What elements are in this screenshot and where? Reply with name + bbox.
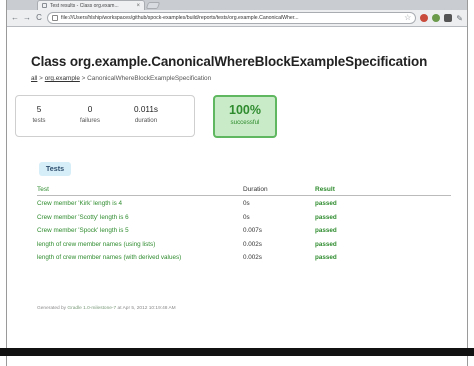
test-result: passed: [315, 240, 337, 248]
test-name: length of crew member names (with derive…: [37, 254, 182, 261]
report-footer: Generated by Gradle 1.0-milestone-7 at A…: [37, 306, 176, 311]
test-result: passed: [315, 227, 337, 234]
column-header-test: Test: [37, 186, 49, 193]
table-row: Crew member 'Kirk' length is 4 0s passed: [37, 196, 451, 210]
success-percent: 100%: [229, 103, 261, 117]
failures-label: failures: [80, 117, 100, 124]
browser-toolbar: ← → C file:///Users/hlship/workspaces/gi…: [7, 10, 467, 27]
address-bar[interactable]: file:///Users/hlship/workspaces/github/s…: [47, 12, 417, 24]
page-title: Class org.example.CanonicalWhereBlockExa…: [31, 54, 428, 69]
test-duration: 0s: [243, 213, 250, 221]
breadcrumb-package-link[interactable]: org.example: [45, 75, 80, 82]
tab-tests[interactable]: Tests: [39, 162, 71, 176]
url-text[interactable]: file:///Users/hlship/workspaces/github/s…: [61, 15, 401, 21]
page-favicon-icon: [42, 3, 47, 8]
bottom-bar: [0, 348, 474, 356]
duration-counter: 0.011s duration: [124, 96, 168, 136]
test-name: length of crew member names (using lists…: [37, 240, 156, 248]
table-row: length of crew member names (with derive…: [37, 250, 451, 264]
breadcrumb: all > org.example > CanonicalWhereBlockE…: [31, 75, 451, 82]
duration-value: 0.011s: [134, 105, 158, 114]
test-result: passed: [315, 200, 337, 207]
extension-icon[interactable]: [420, 14, 429, 22]
test-duration: 0.002s: [243, 254, 262, 261]
report-header: Class org.example.CanonicalWhereBlockExa…: [31, 54, 451, 82]
tests-table: Test Duration Result Crew member 'Kirk' …: [37, 186, 451, 264]
file-icon: [52, 15, 58, 21]
test-name: Crew member 'Spock' length is 5: [37, 227, 129, 234]
extension-icon[interactable]: [444, 14, 453, 22]
tab-strip: Test results - Class org.exam... ×: [7, 0, 467, 10]
footer-prefix: Generated by: [37, 306, 68, 311]
table-row: length of crew member names (using lists…: [37, 237, 451, 251]
duration-label: duration: [134, 117, 158, 124]
table-row: Crew member 'Scotty' length is 6 0s pass…: [37, 210, 451, 224]
breadcrumb-separator: >: [37, 75, 45, 82]
browser-tab[interactable]: Test results - Class org.exam... ×: [37, 0, 145, 10]
test-result: passed: [315, 213, 337, 221]
test-duration: 0.002s: [243, 240, 262, 248]
test-name: Crew member 'Scotty' length is 6: [37, 213, 129, 221]
tab-title: Test results - Class org.exam...: [50, 2, 119, 9]
gradle-link[interactable]: Gradle 1.0-milestone-7: [67, 306, 116, 311]
close-tab-icon[interactable]: ×: [136, 3, 140, 9]
column-header-result: Result: [315, 186, 335, 193]
table-header: Test Duration Result: [37, 186, 451, 196]
new-tab-button[interactable]: [145, 2, 161, 9]
column-header-duration: Duration: [243, 186, 268, 193]
wrench-menu-icon[interactable]: ✎: [456, 14, 463, 23]
success-rate-box: 100% successful: [213, 95, 277, 138]
test-name: Crew member 'Kirk' length is 4: [37, 200, 122, 207]
back-icon[interactable]: ←: [11, 14, 19, 22]
bookmark-star-icon[interactable]: ☆: [404, 14, 411, 22]
extension-icon[interactable]: [432, 14, 441, 22]
forward-icon[interactable]: →: [23, 14, 31, 22]
tests-count: 5: [36, 105, 42, 114]
test-duration: 0s: [243, 200, 250, 207]
success-label: successful: [230, 119, 260, 126]
tests-counter: 5 tests: [22, 96, 56, 136]
table-row: Crew member 'Spock' length is 5 0.007s p…: [37, 223, 451, 237]
test-duration: 0.007s: [243, 227, 262, 234]
reload-icon[interactable]: C: [35, 14, 43, 22]
failures-counter: 0 failures: [68, 96, 112, 136]
breadcrumb-current: CanonicalWhereBlockExampleSpecification: [87, 75, 212, 82]
footer-suffix: at Apr 5, 2012 10:19:48 AM: [116, 306, 176, 311]
test-result: passed: [315, 254, 337, 261]
failures-count: 0: [87, 105, 93, 114]
summary-box: 5 tests 0 failures 0.011s duration: [15, 95, 195, 137]
browser-window: Test results - Class org.exam... × ← → C…: [6, 0, 468, 366]
tests-label: tests: [32, 117, 46, 124]
